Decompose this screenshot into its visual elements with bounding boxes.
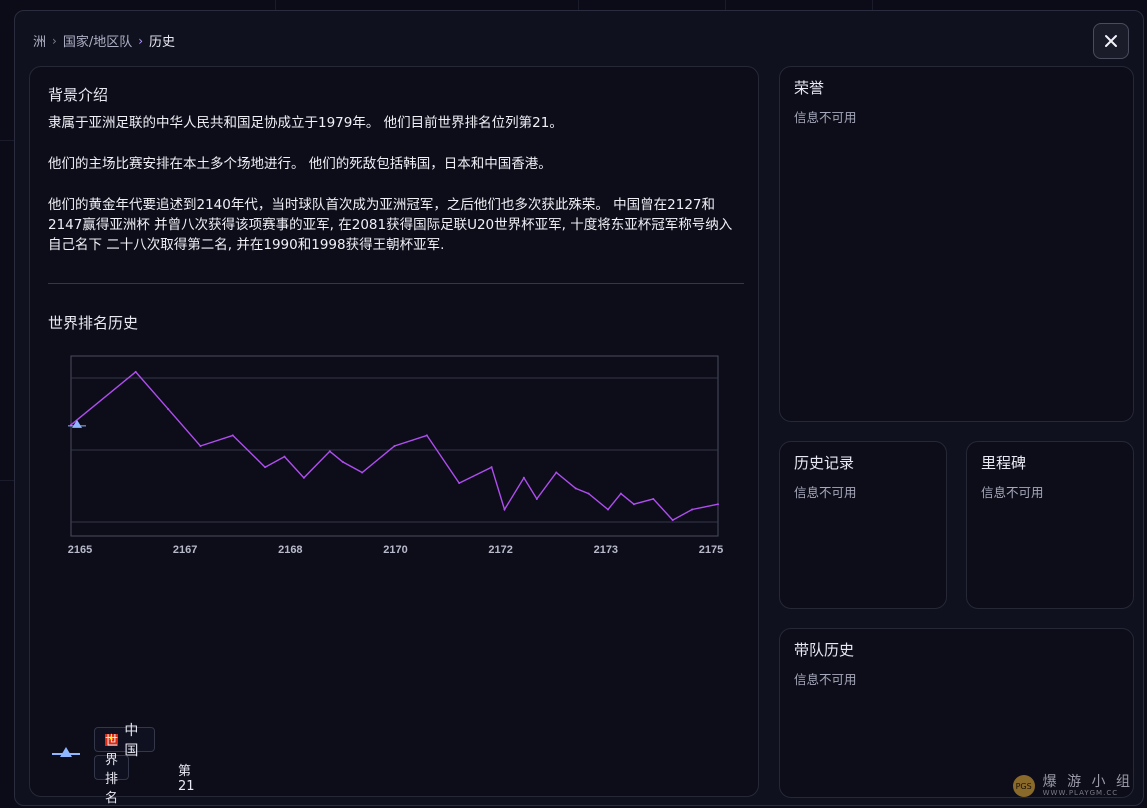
watermark-text: 爆 游 小 组	[1042, 774, 1133, 790]
watermark-logo: PGS	[1012, 775, 1035, 797]
ranking-point	[503, 508, 506, 511]
x-tick-label: 2172	[488, 544, 512, 556]
close-icon	[1105, 35, 1117, 47]
legend-rank-label: 世界排名	[105, 733, 119, 806]
breadcrumb-current: 历史	[149, 35, 176, 50]
legend-rank-value: 第21	[178, 764, 195, 794]
ranking-point	[458, 482, 461, 485]
x-tick-label: 2167	[173, 544, 197, 556]
ranking-point	[522, 476, 525, 479]
ranking-point	[264, 466, 267, 469]
honors-panel: 荣誉 信息不可用	[779, 66, 1134, 422]
ranking-point	[199, 445, 202, 447]
ranking-point	[607, 508, 610, 511]
breadcrumb-parent[interactable]: 国家/地区队	[63, 31, 132, 50]
ranking-point	[632, 503, 635, 506]
x-tick-label: 2168	[278, 544, 302, 556]
ranking-point	[302, 476, 305, 479]
coaching-history-panel: 带队历史 信息不可用	[779, 628, 1134, 798]
ranking-point	[341, 460, 344, 463]
ranking-point	[555, 471, 558, 474]
rank-chip: 世界排名	[94, 734, 130, 805]
records-subtitle: 信息不可用	[794, 485, 857, 500]
chevron-right-icon: ›	[52, 33, 57, 48]
ranking-point	[283, 455, 286, 458]
legend-country: 中国	[124, 722, 139, 759]
breadcrumb: 洲 › 国家/地区队 › 历史	[33, 31, 176, 51]
x-tick-label: 2165	[68, 544, 92, 556]
honors-title: 荣誉	[794, 79, 825, 97]
ranking-point	[361, 471, 364, 474]
background-text: 隶属于亚洲足联的中华人民共和国足协成立于1979年。 他们目前世界排名位列第21…	[48, 113, 738, 276]
team-history-modal: 洲 › 国家/地区队 › 历史 背景介绍 隶属于亚洲足联的中华人民共和国足协成立…	[14, 10, 1144, 806]
x-tick-label: 2175	[699, 544, 723, 556]
ranking-point	[134, 370, 137, 373]
ranking-point	[652, 497, 655, 500]
current-rank-marker	[72, 419, 82, 428]
ranking-point	[587, 492, 590, 495]
chart-title: 世界排名历史	[48, 314, 139, 332]
milestones-panel: 里程碑 信息不可用	[966, 441, 1134, 609]
ranking-point	[393, 445, 396, 447]
milestones-subtitle: 信息不可用	[981, 485, 1044, 500]
breadcrumb-root[interactable]: 洲	[33, 31, 46, 50]
ranking-point	[328, 450, 331, 453]
x-tick-label: 2170	[383, 544, 407, 556]
ranking-point	[535, 497, 538, 500]
ranking-point	[425, 434, 428, 437]
country-chip[interactable]: ★ 中国	[94, 723, 155, 759]
records-panel: 历史记录 信息不可用	[779, 441, 947, 609]
x-tick-label: 2173	[594, 544, 618, 556]
coaching-title: 带队历史	[794, 641, 855, 659]
ranking-point	[619, 492, 622, 495]
records-title: 历史记录	[794, 454, 855, 472]
chevron-right-icon: ›	[138, 33, 144, 48]
honors-subtitle: 信息不可用	[794, 110, 857, 125]
watermark: PGS 爆 游 小 组 WWW.PLAYGM.CC	[1012, 774, 1133, 797]
background-paragraph: 隶属于亚洲足联的中华人民共和国足协成立于1979年。 他们目前世界排名位列第21…	[48, 115, 563, 131]
ranking-point	[231, 434, 234, 437]
close-button[interactable]	[1093, 23, 1129, 59]
background-title: 背景介绍	[48, 86, 109, 104]
watermark-url: WWW.PLAYGM.CC	[1042, 789, 1119, 797]
milestones-title: 里程碑	[981, 454, 1027, 472]
ranking-point	[490, 466, 493, 469]
divider	[48, 283, 744, 284]
background-paragraph: 他们的主场比赛安排在本土多个场地进行。 他们的死敌包括韩国，日本和中国香港。	[48, 156, 552, 172]
triangle-marker-icon	[52, 747, 80, 757]
world-ranking-chart: 2165 2167 2168 2170 2172 2173 2175	[68, 355, 723, 556]
ranking-point	[167, 407, 170, 410]
ranking-point	[574, 487, 577, 490]
ranking-point	[671, 519, 674, 522]
coaching-subtitle: 信息不可用	[794, 672, 857, 687]
background-paragraph: 他们的黄金年代要追述到2140年代，当时球队首次成为亚洲冠军，之后他们也多次获此…	[48, 197, 733, 253]
ranking-point	[717, 503, 719, 506]
ranking-point	[691, 508, 694, 511]
history-main-panel: 背景介绍 隶属于亚洲足联的中华人民共和国足协成立于1979年。 他们目前世界排名…	[29, 66, 759, 805]
